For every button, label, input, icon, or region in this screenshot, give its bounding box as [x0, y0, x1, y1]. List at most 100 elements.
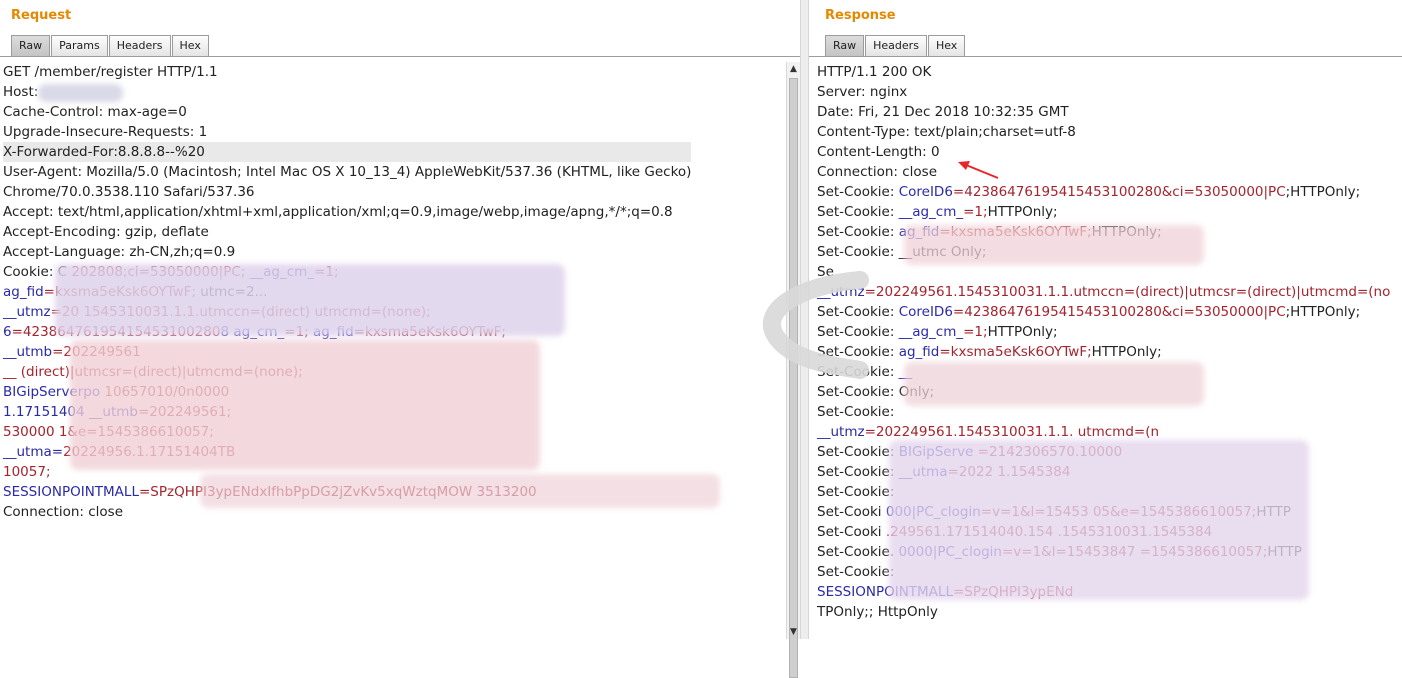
- line-text: Upgrade-Insecure-Requests: 1: [3, 124, 208, 140]
- cookie-value: =kxsma5eKsk6OYTwF;: [939, 344, 1092, 360]
- response-line: Date: Fri, 21 Dec 2018 10:32:35 GMT: [817, 102, 1390, 122]
- line-text: Connection: close: [817, 164, 937, 180]
- response-line: __utmz=202249561.1545310031.1.1. utmcmd=…: [817, 422, 1390, 442]
- response-line: Content-Length: 0: [817, 142, 1390, 162]
- response-line: Set-Cookie: CoreID6=42386476195415453100…: [817, 182, 1390, 202]
- line-text: Content-Type: text/plain;charset=utf-8: [817, 124, 1076, 140]
- redaction-mask: [200, 474, 720, 508]
- response-line: HTTP/1.1 200 OK: [817, 62, 1390, 82]
- redaction-mask: [904, 362, 1204, 406]
- redaction-mask: [904, 225, 1204, 265]
- line-text: Set-Cookie:: [817, 444, 899, 460]
- cookie-value: 10057;: [3, 464, 51, 480]
- cookie-value: =202249561.1545310031.1.1.: [864, 424, 1074, 440]
- line-text: Connection: close: [3, 504, 123, 520]
- response-line: Set-Cookie: ag_fid=kxsma5eKsk6OYTwF;HTTP…: [817, 342, 1390, 362]
- request-line: Chrome/70.0.3538.110 Safari/537.36: [3, 182, 691, 202]
- cookie-name: __utma=: [3, 444, 64, 460]
- line-text: Accept-Language: zh-CN,zh;q=0.9: [3, 244, 236, 260]
- line-text: HTTPOnly;: [987, 324, 1058, 340]
- line-text: Host:: [3, 84, 39, 100]
- line-text: User-Agent: Mozilla/5.0 (Macintosh; Inte…: [3, 164, 692, 180]
- line-text: ;HTTPOnly;: [1285, 184, 1361, 200]
- response-line: Set-Cookie: CoreID6=42386476195415453100…: [817, 302, 1390, 322]
- cookie-value: utmcmd=(n: [1073, 424, 1160, 440]
- tab-hex[interactable]: Hex: [171, 35, 209, 56]
- line-text: TPOnly;; HttpOnly: [817, 604, 938, 620]
- cookie-value: =202249561.1545310031.1.1.utmccn=(direct…: [864, 284, 1391, 300]
- line-text: GET /member/register HTTP/1.1: [3, 64, 218, 80]
- line-text: Set-Cookie:: [817, 404, 895, 420]
- response-line: Content-Type: text/plain;charset=utf-8: [817, 122, 1390, 142]
- cookie-name: SESSIONPOINTMALL: [3, 484, 139, 500]
- request-line: GET /member/register HTTP/1.1: [3, 62, 691, 82]
- line-text: Server: nginx: [817, 84, 908, 100]
- response-line: Set-Cookie: __ag_cm_=1;HTTPOnly;: [817, 322, 1390, 342]
- request-line: Upgrade-Insecure-Requests: 1: [3, 122, 691, 142]
- line-text: Cache-Control: max-age=0: [3, 104, 187, 120]
- response-line: Set-Cookie: __ag_cm_=1;HTTPOnly;: [817, 202, 1390, 222]
- line-text: HTTPOnly;: [987, 204, 1058, 220]
- request-title: Request: [11, 8, 72, 23]
- line-text: Set-Cookie:: [817, 484, 895, 500]
- line-text: ;HTTPOnly;: [1285, 304, 1361, 320]
- cookie-name: 6: [3, 324, 12, 340]
- response-line: Connection: close: [817, 162, 1390, 182]
- request-tabs: Raw Params Headers Hex: [11, 35, 210, 56]
- request-line: Accept: text/html,application/xhtml+xml,…: [3, 202, 691, 222]
- line-text: Content-Length: 0: [817, 144, 940, 160]
- scroll-down-icon[interactable]: ▼: [787, 625, 800, 639]
- line-text: X-Forwarded-For:8.8.8.8--%20: [3, 144, 205, 160]
- cookie-name: __utmb: [3, 344, 53, 360]
- response-line: Server: nginx: [817, 82, 1390, 102]
- request-pane: Request Raw Params Headers Hex GET /memb…: [0, 0, 800, 678]
- cookie-name: ag_fid: [3, 284, 44, 300]
- line-text: Set-Cookie:: [817, 564, 895, 580]
- response-title: Response: [825, 8, 896, 23]
- response-line: TPOnly;; HttpOnly: [817, 602, 1390, 622]
- request-line: User-Agent: Mozilla/5.0 (Macintosh; Inte…: [3, 162, 691, 182]
- response-tabs: Raw Headers Hex: [825, 35, 966, 56]
- scribble-overlay: [762, 271, 869, 379]
- redaction-mask: [55, 264, 565, 336]
- redaction-mask: [889, 440, 1309, 600]
- tab-underline: [809, 56, 1402, 57]
- tab-headers[interactable]: Headers: [108, 35, 171, 56]
- cookie-name: __ag_cm_: [898, 324, 964, 340]
- cookie-value: =42386476195415453100280&ci=53050000|PC: [952, 304, 1286, 320]
- scroll-up-icon[interactable]: ▲: [787, 62, 800, 76]
- line-text: Set-Cookie:: [817, 464, 899, 480]
- line-text: Chrome/70.0.3538.110 Safari/537.36: [3, 184, 255, 200]
- line-text: Accept: text/html,application/xhtml+xml,…: [3, 204, 673, 220]
- request-line: Accept-Language: zh-CN,zh;q=0.9: [3, 242, 691, 262]
- tab-raw[interactable]: Raw: [825, 35, 865, 56]
- line-text: Set-Cooki: [817, 524, 882, 540]
- redaction-mask: [70, 340, 540, 470]
- line-text: HTTPOnly;: [1091, 344, 1162, 360]
- response-line: Se: [817, 262, 1390, 282]
- cookie-value: =1;: [963, 204, 988, 220]
- line-text: Set-Cookie:: [817, 204, 899, 220]
- cookie-name: __utmz: [3, 304, 51, 320]
- request-line: X-Forwarded-For:8.8.8.8--%20: [3, 142, 692, 162]
- line-text: Set-Cookie:: [817, 224, 899, 240]
- tab-hex[interactable]: Hex: [927, 35, 966, 56]
- tab-raw[interactable]: Raw: [11, 35, 51, 56]
- line-text: Date: Fri, 21 Dec 2018 10:32:35 GMT: [817, 104, 1069, 120]
- cookie-name: CoreID6: [898, 304, 953, 320]
- cookie-value: =1;: [963, 324, 988, 340]
- response-pane: Response Raw Headers Hex HTTP/1.1 200 OK…: [809, 0, 1402, 639]
- line-text: HTTP/1.1 200 OK: [817, 64, 932, 80]
- cookie-name: __ag_cm_: [898, 204, 964, 220]
- tab-params[interactable]: Params: [51, 35, 108, 56]
- response-line: __utmz=202249561.1545310031.1.1.utmccn=(…: [817, 282, 1390, 302]
- tab-headers[interactable]: Headers: [865, 35, 927, 56]
- tab-underline: [0, 56, 800, 57]
- red-arrow-icon: [958, 161, 999, 179]
- request-line: Accept-Encoding: gzip, deflate: [3, 222, 691, 242]
- line-text: Set-Cookie.: [817, 544, 895, 560]
- cookie-name: ag_fid: [898, 344, 940, 360]
- cookie-value: =42386476195415453100280&ci=53050000|PC: [952, 184, 1286, 200]
- line-text: Set-Cooki: [817, 504, 882, 520]
- line-text: Accept-Encoding: gzip, deflate: [3, 224, 209, 240]
